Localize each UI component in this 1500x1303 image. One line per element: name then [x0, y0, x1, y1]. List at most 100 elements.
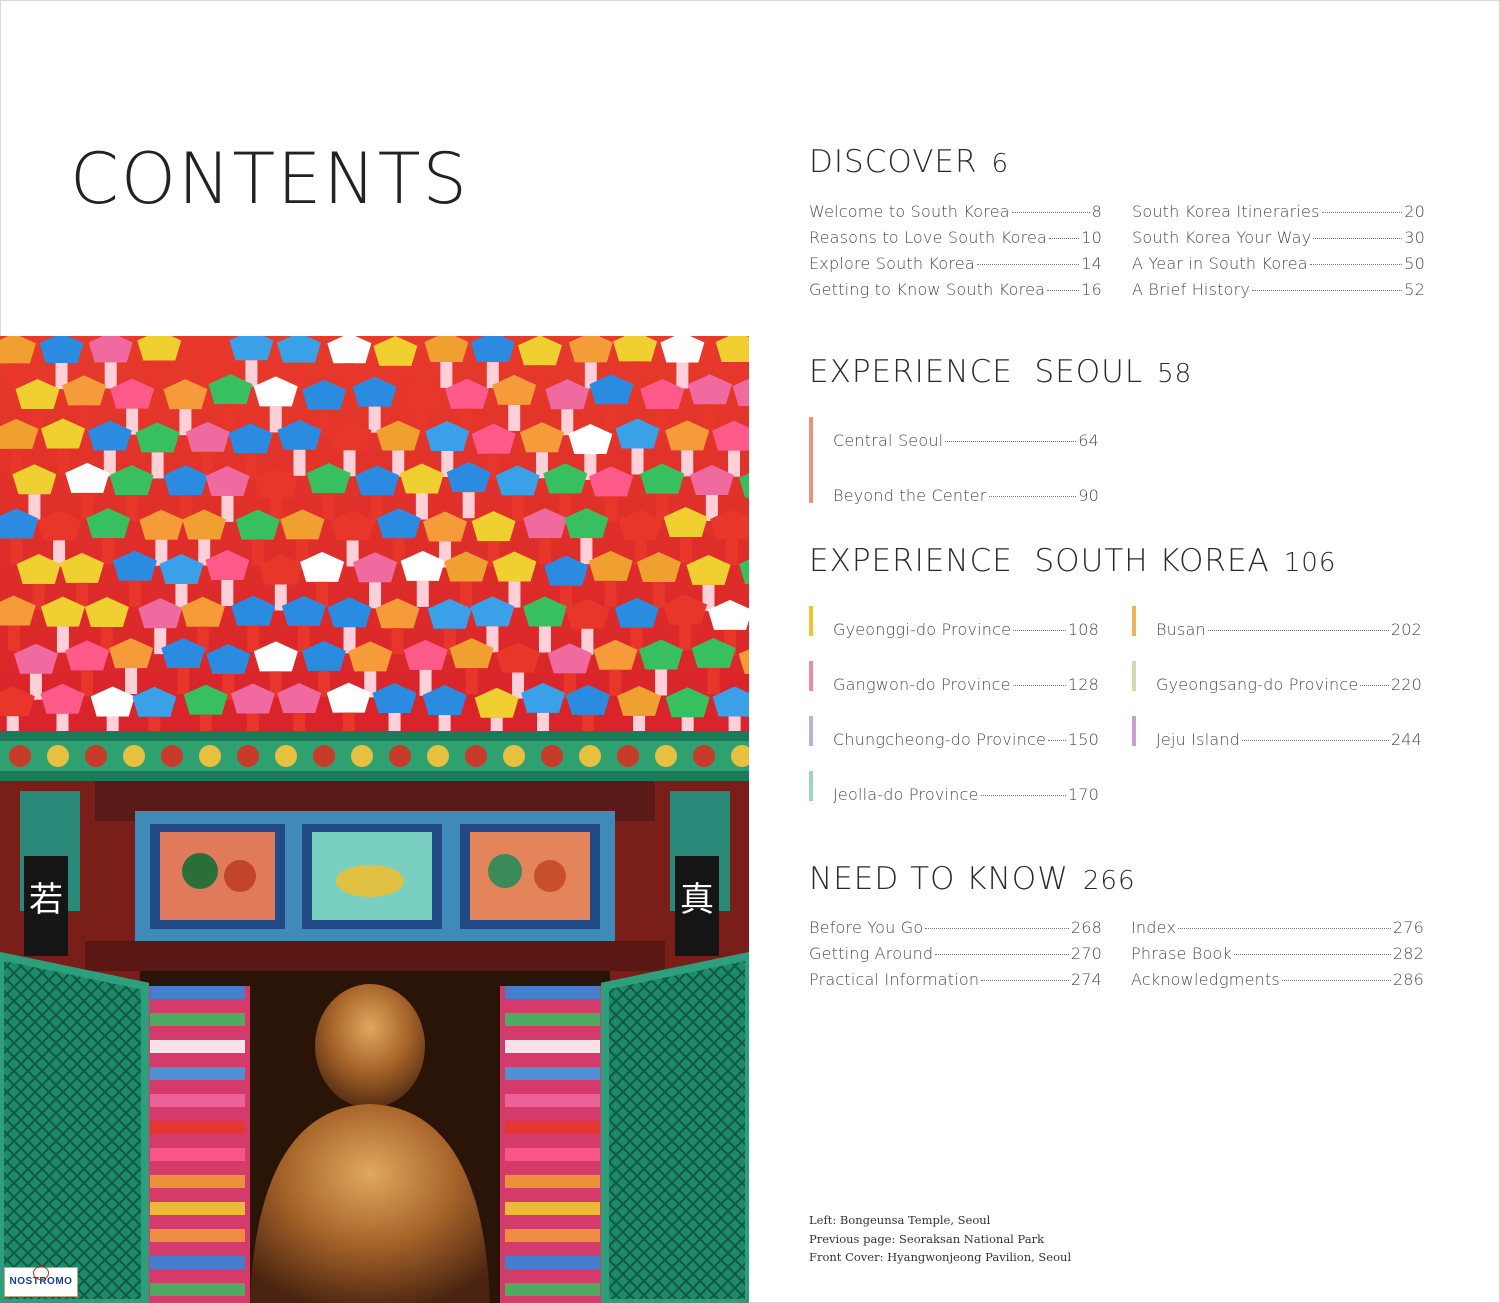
toc-entry[interactable]: Gyeongsang-do Province 220 [1156, 675, 1422, 694]
toc-entry[interactable]: A Brief History 52 [1132, 280, 1425, 299]
dot-leader [1309, 264, 1403, 265]
prayer-tag [56, 626, 69, 653]
dancheong-motif [503, 745, 525, 767]
reflected-lantern [505, 1013, 600, 1026]
lantern-shape [613, 336, 658, 362]
toc-entry-page: 20 [1404, 202, 1425, 221]
reflected-lantern [505, 1121, 600, 1134]
toc-entry[interactable]: Gangwon-do Province 128 [833, 675, 1099, 694]
toc-entry[interactable]: Gyeonggi-do Province 108 [833, 620, 1099, 639]
reflected-lantern [505, 1283, 600, 1296]
caption-line: Front Cover: Hyangwonjeong Pavilion, Seo… [809, 1250, 1072, 1264]
dot-leader [1011, 212, 1090, 213]
dancheong-motif [47, 745, 69, 767]
prayer-tag [269, 406, 282, 433]
toc-entry[interactable]: Jeju Island 244 [1156, 730, 1422, 749]
prayer-tag [539, 538, 552, 565]
prayer-tag [561, 409, 574, 436]
reflected-lantern [505, 1175, 600, 1188]
toc-entry[interactable]: Welcome to South Korea 8 [809, 202, 1102, 221]
toc-entry[interactable]: A Year in South Korea 50 [1132, 254, 1425, 273]
prayer-tag [462, 492, 475, 519]
toc-entry-title: South Korea Your Way [1132, 228, 1312, 247]
dot-leader [1360, 685, 1389, 686]
toc-entry[interactable]: Chungcheong-do Province 150 [833, 730, 1099, 749]
dot-leader [1049, 238, 1080, 239]
prayer-tag [343, 363, 356, 390]
prayer-tag [460, 581, 473, 608]
toc-entry[interactable]: Getting to Know South Korea 16 [809, 280, 1102, 299]
prayer-tag [679, 624, 692, 651]
toc-entry[interactable]: South Korea Your Way 30 [1132, 228, 1425, 247]
toc-entry-title: Reasons to Love South Korea [809, 228, 1048, 247]
toc-entry[interactable]: Getting Around 270 [809, 944, 1102, 963]
dot-leader [1233, 954, 1391, 955]
dancheong-motif [199, 745, 221, 767]
lantern-shape [39, 336, 84, 364]
svg-text:真: 真 [680, 880, 714, 920]
toc-entry-title: Explore South Korea [809, 254, 975, 273]
dancheong-motif [237, 745, 259, 767]
prayer-tag [728, 450, 741, 477]
toc-entry[interactable]: Reasons to Love South Korea 10 [809, 228, 1102, 247]
toc-entry[interactable]: South Korea Itineraries 20 [1132, 202, 1425, 221]
toc-entry-title: Index [1131, 918, 1177, 937]
toc-entry[interactable]: Acknowledgments 286 [1131, 970, 1424, 989]
dancheong-motif [579, 745, 601, 767]
dancheong-motif [541, 745, 563, 767]
dot-leader [1321, 212, 1403, 213]
region-color-bar [1132, 716, 1136, 746]
toc-entry-page: 220 [1390, 675, 1422, 694]
prayer-tag [511, 495, 524, 522]
toc-entry-title: Gyeonggi-do Province [833, 620, 1012, 639]
reflected-lantern [150, 1148, 245, 1161]
dot-leader [935, 954, 1069, 955]
section-need-heading: NEED TO KNOW 266 [809, 861, 1136, 897]
prayer-tag [440, 361, 453, 388]
reflected-lantern [505, 1202, 600, 1215]
toc-entry[interactable]: Explore South Korea 14 [809, 254, 1102, 273]
dot-leader [981, 980, 1069, 981]
region-color-bar [809, 771, 813, 801]
prayer-tag [415, 493, 428, 520]
prayer-tag [224, 404, 237, 431]
prayer-tag [104, 362, 117, 389]
toc-entry[interactable]: Before You Go 268 [809, 918, 1102, 937]
toc-entry-title: Jeju Island [1156, 730, 1241, 749]
prayer-tag [81, 492, 94, 519]
reflected-lantern [505, 1040, 600, 1053]
toc-entry-page: 108 [1067, 620, 1099, 639]
dancheong-motif [123, 745, 145, 767]
prayer-tag [508, 404, 521, 431]
toc-entry-page: 170 [1067, 785, 1099, 804]
lantern-shape [568, 336, 613, 363]
toc-entry-page: 14 [1081, 254, 1102, 273]
toc-entry-title: Getting to Know South Korea [809, 280, 1046, 299]
reflected-lantern [150, 1094, 245, 1107]
toc-entry-page: 150 [1067, 730, 1099, 749]
dot-leader [1047, 290, 1080, 291]
toc-entry[interactable]: Jeolla-do Province 170 [833, 785, 1099, 804]
reflected-lantern [150, 1013, 245, 1026]
page-title: CONTENTS [70, 138, 469, 220]
lantern-shape [185, 336, 230, 361]
dot-leader [1013, 630, 1066, 631]
toc-entry[interactable]: Index 276 [1131, 918, 1424, 937]
toc-entry[interactable]: Practical Information 274 [809, 970, 1102, 989]
prayer-tag [10, 538, 23, 565]
reflected-lantern [505, 1094, 600, 1107]
dot-leader [1207, 630, 1389, 631]
prayer-tag [538, 626, 551, 653]
dancheong-motif [313, 745, 335, 767]
toc-entry[interactable]: Central Seoul 64 [833, 431, 1099, 450]
toc-entry[interactable]: Phrase Book 282 [1131, 944, 1424, 963]
dot-leader [1012, 685, 1066, 686]
toc-entry[interactable]: Beyond the Center 90 [833, 486, 1099, 505]
prayer-tag [508, 581, 521, 608]
temple-photo: 若 真 [0, 336, 749, 1303]
reflected-lantern [505, 1067, 600, 1080]
dancheong-motif [9, 745, 31, 767]
toc-entry[interactable]: Busan 202 [1156, 620, 1422, 639]
reflected-lantern [150, 1121, 245, 1134]
toc-entry-title: Getting Around [809, 944, 934, 963]
